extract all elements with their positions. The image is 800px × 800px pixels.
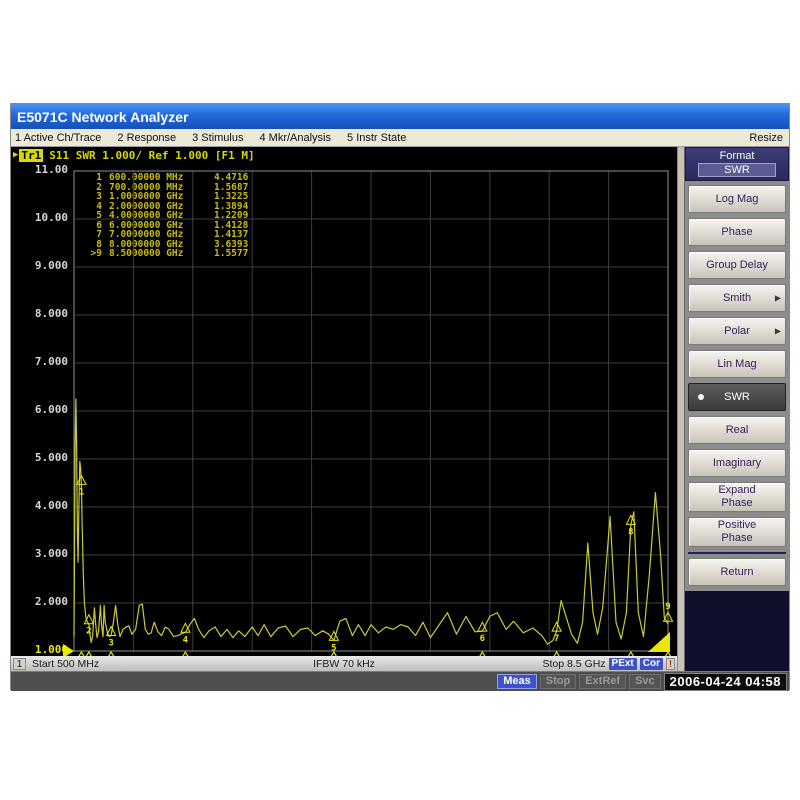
sweep-indicator-icon: [648, 632, 670, 652]
softkey-polar[interactable]: Polar ▶: [688, 317, 786, 345]
submenu-arrow-icon: ▶: [774, 326, 781, 336]
marker-label: 4: [183, 635, 189, 645]
menu-bar: 1 Active Ch/Trace 2 Response 3 Stimulus 4 M…: [11, 129, 789, 147]
window-title: E5071C Network Analyzer: [17, 108, 189, 125]
format-value-display: SWR: [698, 163, 776, 177]
softkey-list: Log Mag Phase Group Delay Smith ▶ Polar ▶ Lin M…: [685, 181, 789, 591]
taskbar-button-extref[interactable]: ExtRef: [579, 674, 627, 689]
selected-bullet-icon: [698, 394, 704, 400]
ifbw-label: IFBW 70 kHz: [313, 657, 375, 670]
softkey-label: Smith: [722, 291, 752, 304]
menu-item-5[interactable]: 5 Instr State: [347, 132, 406, 144]
softkey-sidebar: Format SWR Log Mag Phase Group Delay Smith ▶…: [685, 147, 789, 671]
plot-area[interactable]: 11.00 10.00 9.000 8.000 7.000 6.000 5.000 4.000…: [11, 163, 677, 656]
chart-svg: 1 2 3 4 5 6 7 8 9: [63, 170, 674, 656]
softkey-menu-title: Format: [719, 150, 755, 162]
softkey-expand-phase[interactable]: Expand Phase: [688, 482, 786, 512]
softkey-label: Lin Mag: [717, 357, 757, 370]
taskbar-button-stop[interactable]: Stop: [539, 674, 577, 689]
menu-item-resize[interactable]: Resize: [749, 132, 783, 144]
trace-format-text: S11 SWR 1.000/ Ref 1.000 [F1 M]: [49, 148, 255, 162]
taskbar-button-svc[interactable]: Svc: [629, 674, 661, 689]
submenu-arrow-icon: ▶: [774, 293, 781, 303]
stop-frequency-label: Stop 8.5 GHz: [542, 657, 606, 670]
softkey-smith[interactable]: Smith ▶: [688, 284, 786, 312]
softkey-menu-header: Format SWR: [685, 147, 789, 181]
softkey-label: Positive: [717, 519, 757, 531]
softkey-imaginary[interactable]: Imaginary: [688, 449, 786, 477]
active-trace-arrow-icon: ▶: [13, 150, 19, 160]
softkey-label: Real: [725, 423, 749, 436]
sidebar-filler: [685, 591, 789, 671]
menu-item-2[interactable]: 2 Response: [117, 132, 176, 144]
channel-number-box: 1: [13, 657, 26, 670]
softkey-phase[interactable]: Phase: [688, 218, 786, 246]
clock-display: 2006-04-24 04:58: [663, 672, 787, 691]
marker-label: 1: [79, 487, 84, 497]
start-frequency-label: Start 500 MHz: [32, 657, 100, 670]
menu-item-4[interactable]: 4 Mkr/Analysis: [259, 132, 331, 144]
alert-indicator: !: [666, 657, 675, 670]
status-badge-pext: PExt: [608, 657, 637, 670]
reference-level-arrow-icon: [63, 644, 74, 656]
trace-name-badge[interactable]: Tr1: [19, 148, 44, 162]
taskbar-items: Meas Stop ExtRef Svc: [497, 674, 661, 689]
softkey-label: Log Mag: [715, 192, 759, 205]
softkey-label: Phase: [721, 225, 753, 238]
softkey-positive-phase[interactable]: Positive Phase: [688, 517, 786, 547]
softkey-label: Group Delay: [706, 258, 768, 271]
softkey-label: SWR: [724, 390, 750, 403]
marker-label: 6: [480, 634, 485, 644]
trace-header: ▶ Tr1 S11 SWR 1.000/ Ref 1.000 [F1 M]: [11, 147, 677, 163]
marker-label: 5: [331, 643, 336, 653]
softkey-separator: [688, 552, 786, 554]
status-bar: 1 Start 500 MHz IFBW 70 kHz Stop 8.5 GHz…: [11, 656, 677, 671]
marker-label: 3: [108, 639, 113, 649]
content-area: ▶ Tr1 S11 SWR 1.000/ Ref 1.000 [F1 M] 11…: [11, 147, 789, 671]
status-badges: PExt Cor: [608, 657, 663, 670]
softkey-log-mag[interactable]: Log Mag: [688, 185, 786, 213]
menu-item-1[interactable]: 1 Active Ch/Trace: [15, 132, 101, 144]
window-titlebar[interactable]: E5071C Network Analyzer: [11, 104, 789, 129]
softkey-swr[interactable]: SWR: [688, 383, 786, 411]
marker-label: 7: [554, 634, 559, 644]
softkey-label: Phase: [721, 532, 753, 544]
softkey-label: Expand: [718, 484, 756, 496]
menu-items: 1 Active Ch/Trace 2 Response 3 Stimulus 4 M…: [15, 132, 422, 144]
taskbar-button-meas[interactable]: Meas: [497, 674, 537, 689]
marker-label: 2: [86, 627, 91, 637]
instrument-taskbar: Meas Stop ExtRef Svc 2006-04-24 04:58: [11, 671, 789, 691]
softkey-label: Imaginary: [712, 456, 762, 469]
marker-label: 8: [628, 527, 633, 537]
status-badge-cor: Cor: [639, 657, 663, 670]
menu-item-3[interactable]: 3 Stimulus: [192, 132, 243, 144]
softkey-label: Polar: [724, 324, 750, 337]
softkey-return[interactable]: Return: [688, 558, 786, 586]
marker-label: 9: [665, 602, 670, 612]
softkey-label: Return: [720, 565, 754, 578]
analyzer-window: E5071C Network Analyzer 1 Active Ch/Trac…: [10, 103, 790, 691]
softkey-lin-mag[interactable]: Lin Mag: [688, 350, 786, 378]
marker-triangle-icon: [477, 621, 488, 632]
instrument-screen: ▶ Tr1 S11 SWR 1.000/ Ref 1.000 [F1 M] 11…: [11, 147, 677, 671]
softkey-real[interactable]: Real: [688, 416, 786, 444]
softkey-scrollbar[interactable]: [677, 147, 685, 671]
softkey-label: Phase: [721, 497, 753, 509]
softkey-group-delay[interactable]: Group Delay: [688, 251, 786, 279]
